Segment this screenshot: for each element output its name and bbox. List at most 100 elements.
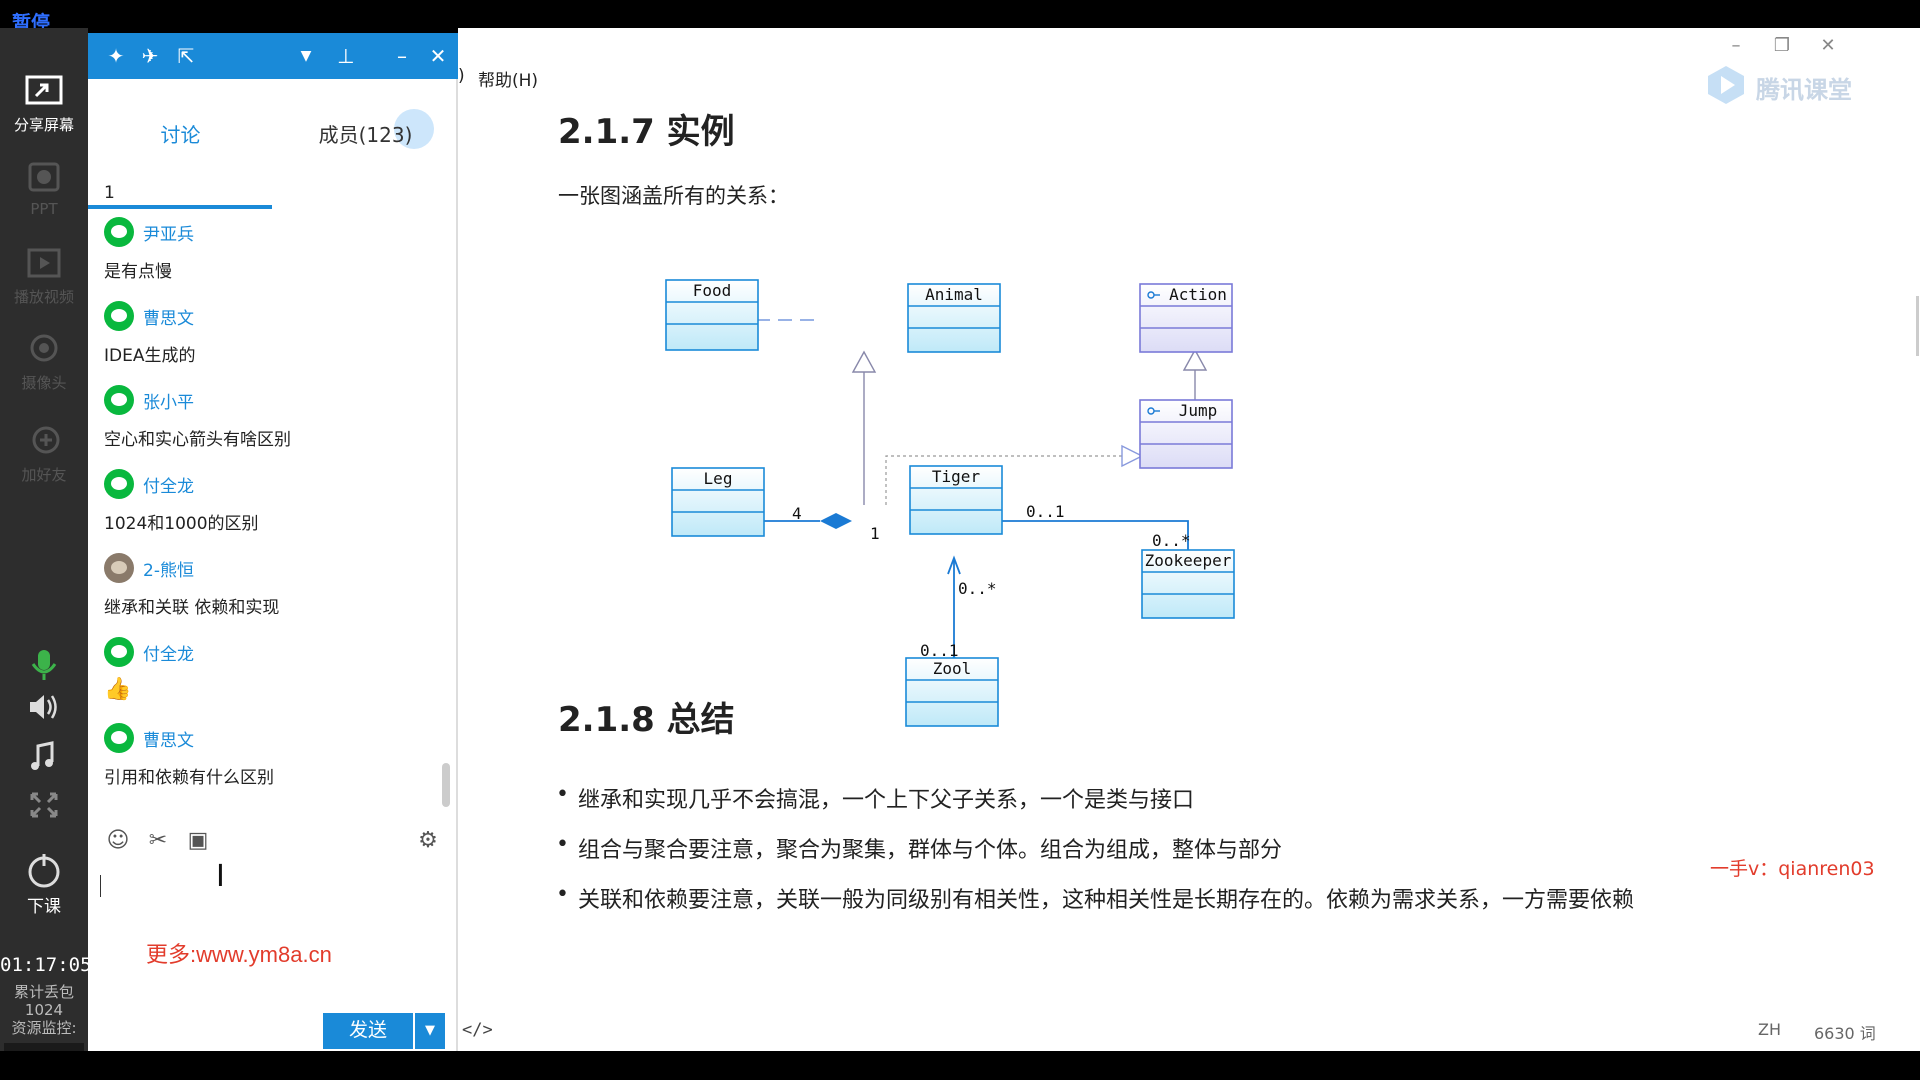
class-name: Tiger [932,467,981,486]
menu-paren: ) [458,66,465,86]
chat-message: 曹思文 引用和依赖有什么区别 [104,721,434,788]
close-icon[interactable]: ✕ [424,42,452,70]
share-screen-icon [25,75,63,105]
send-options-dropdown[interactable]: ▼ [415,1013,445,1049]
contact-watermark: 一手v：qianren03 [1710,858,1875,880]
restore-window-icon[interactable]: ❐ [1762,30,1802,62]
pin-icon[interactable]: ⊥ [332,42,360,70]
wechat-avatar [104,385,134,415]
message-sender[interactable]: 付全龙 [143,472,194,497]
add-friend-icon [32,426,60,454]
camera-button[interactable]: 摄像头 [0,332,88,393]
wechat-avatar [104,637,134,667]
end-class-label[interactable]: 下课 [0,892,88,917]
camera-icon [30,334,58,362]
interface-action[interactable]: Action [1139,283,1233,353]
message-text: 引用和依赖有什么区别 [104,768,274,788]
brand-logo: 腾讯课堂 [1704,62,1864,112]
play-video-icon [27,248,61,278]
minimize-window-icon[interactable]: – [1716,30,1756,62]
add-friend-button[interactable]: 加好友 [0,424,88,485]
class-animal[interactable]: Animal [907,283,1001,353]
microphone-icon[interactable] [0,648,88,682]
class-name: Food [693,281,732,300]
chat-message: 付全龙 👍 [104,635,434,702]
chat-scrollbar[interactable] [442,763,450,807]
class-name: Leg [704,469,733,488]
message-sender[interactable]: 曹思文 [143,726,194,751]
chat-message: 曹思文 IDEA生成的 [104,299,434,366]
wechat-avatar [104,469,134,499]
image-icon[interactable]: ▣ [184,827,212,855]
tab-discussion[interactable]: 讨论 [88,119,273,148]
message-text: IDEA生成的 [104,346,196,366]
settings-gear-icon[interactable]: ✦ [102,42,130,70]
message-sender[interactable]: 曹思文 [143,304,194,329]
mult-zool: 0..1 [920,641,959,660]
brand-name: 腾讯课堂 [1756,76,1852,104]
message-sender[interactable]: 尹亚兵 [143,220,194,245]
plane-icon[interactable]: ✈ [136,42,164,70]
wechat-avatar [104,723,134,753]
source-code-toggle[interactable]: </> [462,1020,493,1040]
emoji-icon[interactable]: ☺ [104,827,132,855]
send-button[interactable]: 发送 [323,1013,413,1049]
scissors-icon[interactable]: ✂ [144,827,172,855]
class-name: Zookeeper [1145,551,1232,570]
interface-generalization-triangle [1182,348,1208,371]
text-caret [100,875,101,897]
message-sender[interactable]: 张小平 [143,388,194,413]
play-video-button[interactable]: 播放视频 [0,246,88,307]
language-indicator[interactable]: ZH [1758,1020,1781,1039]
document-scrollbar[interactable] [1916,296,1919,356]
message-text: 1 [104,183,115,203]
class-name: Animal [925,285,983,304]
realization-triangle [1121,444,1144,468]
class-zookeeper[interactable]: Zookeeper [1141,549,1235,619]
class-name: Jump [1179,401,1218,420]
classroom-toolbar: 分享屏幕 PPT 播放视频 摄像头 加好友 下课 01:17:05 累计丢包 1… [0,28,92,1077]
bottom-band [0,1051,1920,1080]
music-icon[interactable] [0,740,88,774]
chat-message: 1 [104,169,434,203]
class-food[interactable]: Food [665,279,759,351]
volume-icon[interactable] [0,690,88,724]
gear-icon[interactable]: ⚙ [414,827,442,855]
message-sender[interactable]: 2-熊恒 [143,556,194,581]
class-timer: 01:17:05 [0,954,92,976]
close-window-icon[interactable]: ✕ [1808,30,1848,62]
intro-text: 一张图涵盖所有的关系： [558,184,789,208]
watermark-text: 更多:www.ym8a.cn [146,942,332,967]
minimize-icon[interactable]: – [388,42,416,70]
interface-jump[interactable]: Jump [1139,399,1233,469]
mult-keeper: 0..* [1152,531,1191,550]
tab-members[interactable]: 成员(123) [273,119,458,148]
class-name: Zool [933,659,972,678]
packet-loss-label: 累计丢包 [13,983,74,1001]
end-class-icon[interactable] [0,850,88,890]
share-screen-button[interactable]: 分享屏幕 [0,74,88,135]
add-friend-label: 加好友 [21,466,67,484]
class-tiger[interactable]: Tiger [909,465,1003,535]
menu-help[interactable]: 帮助(H) [478,66,538,91]
section-title-example: 2.1.7 实例 [558,112,735,152]
chat-input-toolbar: ☺ ✂ ▣ ⚙ [104,823,444,863]
play-video-label: 播放视频 [13,288,74,306]
ppt-label: PPT [30,200,58,218]
message-sender[interactable]: 付全龙 [143,640,194,665]
wechat-avatar [104,217,134,247]
class-leg[interactable]: Leg [671,467,765,537]
wechat-avatar [104,301,134,331]
share-screen-label: 分享屏幕 [13,116,74,134]
message-text: 是有点慢 [104,262,172,282]
ppt-button[interactable]: PPT [0,160,88,218]
external-share-icon[interactable]: ⇱ [172,42,200,70]
class-zool[interactable]: Zool [905,657,999,727]
thumbs-up-emoji: 👍 [104,677,132,702]
message-list[interactable]: 1 尹亚兵 是有点慢 曹思文 IDEA生成的 张小平 空心和实心箭头有啥区别 付… [104,169,434,829]
chevron-down-icon[interactable]: ▼ [292,42,320,70]
photo-avatar [104,553,134,583]
class-name: Action [1169,285,1227,304]
chat-titlebar: ✦ ✈ ⇱ ▼ ⊥ – ✕ [88,33,458,79]
fullscreen-icon[interactable] [0,788,88,822]
